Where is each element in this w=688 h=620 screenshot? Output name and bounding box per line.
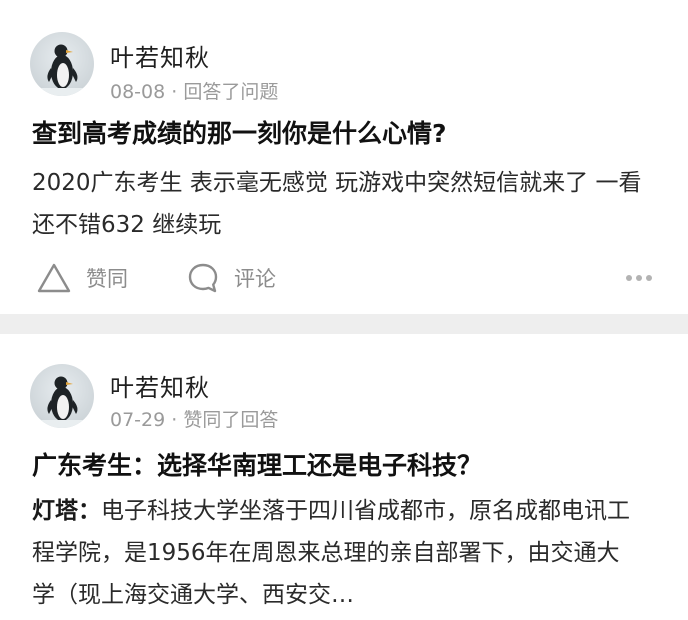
like-button[interactable]: 赞同 (36, 258, 128, 298)
more-button[interactable] (622, 266, 656, 290)
triangle-like-icon (37, 263, 71, 293)
action-bar: 赞同 评论 (0, 258, 688, 298)
answerer-name: 灯塔： (32, 498, 101, 524)
comment-label: 评论 (234, 267, 276, 291)
answer-excerpt[interactable]: 灯塔：电子科技大学坐落于四川省成都市，原名成都电讯工程学院，是1956年在周恩来… (32, 490, 642, 616)
penguin-avatar-icon (30, 376, 94, 428)
comment-button[interactable]: 评论 (186, 258, 276, 298)
penguin-avatar-icon (30, 44, 94, 96)
answer-text: 电子科技大学坐落于四川省成都市，原名成都电讯工程学院，是1956年在周恩来总理的… (32, 498, 630, 608)
like-label: 赞同 (86, 267, 128, 291)
avatar[interactable] (30, 32, 94, 96)
feed-card[interactable]: 叶若知秋 07-29 · 赞同了回答 广东考生：选择华南理工还是电子科技？ 灯塔… (0, 334, 688, 620)
activity-meta: 08-08 · 回答了问题 (110, 81, 279, 103)
more-dots-icon (626, 275, 652, 281)
speech-bubble-icon (188, 263, 218, 293)
card-separator (0, 314, 688, 334)
question-title[interactable]: 查到高考成绩的那一刻你是什么心情? (32, 114, 664, 150)
question-title[interactable]: 广东考生：选择华南理工还是电子科技？ (32, 446, 664, 482)
author-name[interactable]: 叶若知秋 (110, 38, 210, 73)
feed-card[interactable]: 叶若知秋 08-08 · 回答了问题 查到高考成绩的那一刻你是什么心情? 202… (0, 0, 688, 314)
author-name[interactable]: 叶若知秋 (110, 368, 210, 403)
avatar[interactable] (30, 364, 94, 428)
answer-excerpt[interactable]: 2020广东考生 表示毫无感觉 玩游戏中突然短信就来了 一看还不错632 继续玩 (32, 162, 642, 246)
answer-text: 2020广东考生 表示毫无感觉 玩游戏中突然短信就来了 一看还不错632 继续玩 (32, 170, 642, 238)
activity-meta: 07-29 · 赞同了回答 (110, 409, 279, 431)
